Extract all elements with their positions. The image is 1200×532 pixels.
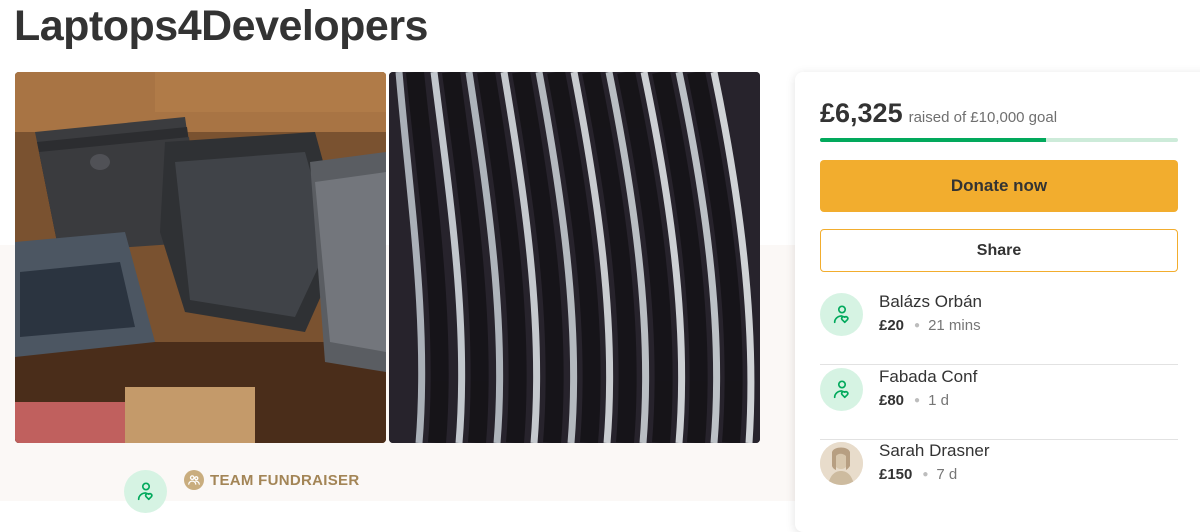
team-fundraiser-badge: TEAM FUNDRAISER (184, 470, 360, 490)
team-fundraiser-label: TEAM FUNDRAISER (210, 471, 360, 489)
heart-hand-icon (124, 470, 167, 513)
donor-item: Balázs Orbán £20 ● 21 mins (820, 290, 1178, 365)
progress-fill (820, 138, 1047, 142)
donor-name: Sarah Drasner (879, 441, 990, 460)
team-icon (184, 470, 204, 490)
donor-meta: £150 ● 7 d (879, 466, 957, 483)
donor-meta: £80 ● 1 d (879, 392, 949, 409)
donor-amount: £80 (879, 392, 905, 409)
share-button[interactable]: Share (820, 229, 1178, 272)
donor-meta: £20 ● 21 mins (879, 317, 981, 334)
separator-dot: ● (922, 469, 929, 480)
donor-name: Fabada Conf (879, 367, 978, 386)
donor-amount: £150 (879, 466, 913, 483)
laptops-stack-photo[interactable] (15, 72, 386, 443)
donor-time: 21 mins (928, 317, 981, 334)
donor-time: 1 d (928, 392, 949, 409)
donor-item: Sarah Drasner £150 ● 7 d (820, 439, 1178, 513)
heart-hand-icon (820, 368, 863, 411)
separator-dot: ● (914, 320, 921, 331)
donor-item: Fabada Conf £80 ● 1 d (820, 365, 1178, 440)
heart-hand-icon (820, 293, 863, 336)
donor-name: Balázs Orbán (879, 292, 982, 311)
raised-amount: £6,325 (820, 98, 903, 128)
donor-amount: £20 (879, 317, 905, 334)
progress-bar (820, 138, 1178, 142)
laptops-closeup-photo[interactable] (389, 72, 760, 443)
donate-button[interactable]: Donate now (820, 160, 1178, 212)
separator-dot: ● (914, 395, 921, 406)
donor-time: 7 d (936, 466, 958, 483)
profile-photo (820, 442, 863, 485)
goal-text: raised of £10,000 goal (908, 109, 1058, 126)
donation-card: £6,325 raised of £10,000 goal Donate now… (795, 72, 1200, 532)
raised-summary: £6,325 raised of £10,000 goal (820, 98, 1057, 129)
page-title: Laptops4Developers (14, 2, 428, 50)
